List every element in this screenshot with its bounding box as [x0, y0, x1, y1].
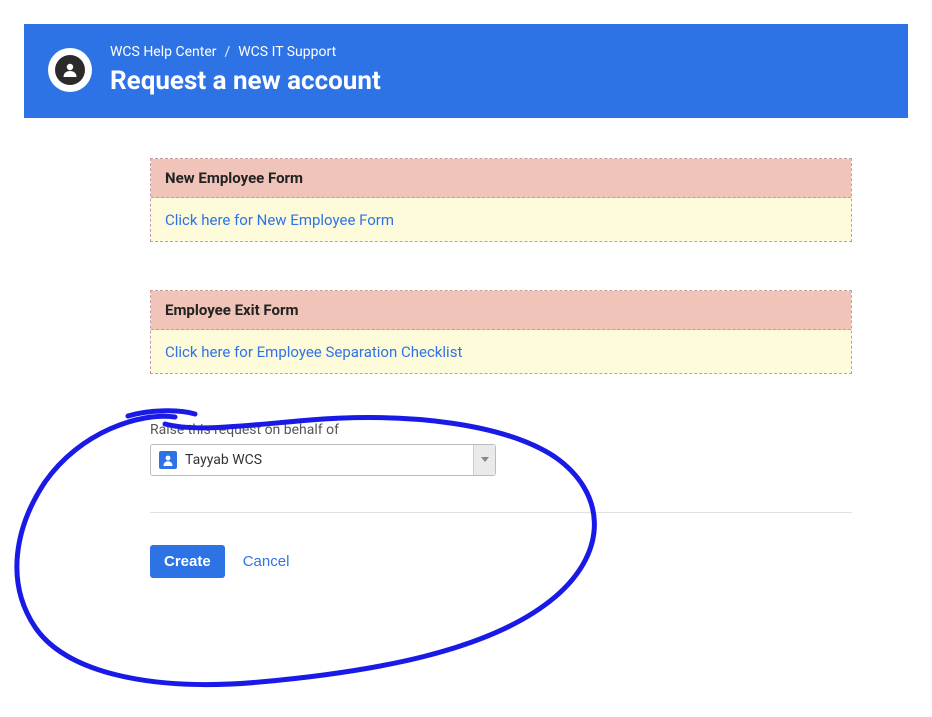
chevron-down-icon[interactable] [473, 445, 495, 475]
user-icon [159, 451, 177, 469]
form-actions: Create Cancel [150, 545, 852, 578]
panel-header-employee-exit: Employee Exit Form [151, 291, 851, 330]
panel-body-new-employee: Click here for New Employee Form [151, 198, 851, 241]
breadcrumb: WCS Help Center / WCS IT Support [110, 44, 381, 60]
panel-body-employee-exit: Click here for Employee Separation Check… [151, 330, 851, 373]
behalf-of-value: Tayyab WCS [185, 452, 487, 468]
behalf-of-label: Raise this request on behalf of [150, 422, 852, 438]
breadcrumb-separator: / [224, 44, 230, 60]
divider [150, 512, 852, 513]
page-header: WCS Help Center / WCS IT Support Request… [24, 24, 908, 118]
panel-new-employee: New Employee Form Click here for New Emp… [150, 158, 852, 242]
breadcrumb-root-link[interactable]: WCS Help Center [110, 44, 216, 60]
create-button[interactable]: Create [150, 545, 225, 578]
behalf-of-select[interactable]: Tayyab WCS [150, 444, 496, 476]
panel-header-new-employee: New Employee Form [151, 159, 851, 198]
content-area: New Employee Form Click here for New Emp… [150, 118, 852, 578]
page-title: Request a new account [110, 66, 381, 96]
panel-employee-exit: Employee Exit Form Click here for Employ… [150, 290, 852, 374]
cancel-button[interactable]: Cancel [243, 553, 290, 570]
new-employee-form-link[interactable]: Click here for New Employee Form [165, 211, 394, 229]
employee-exit-form-link[interactable]: Click here for Employee Separation Check… [165, 343, 462, 361]
header-avatar [48, 48, 92, 92]
breadcrumb-current-link[interactable]: WCS IT Support [238, 44, 336, 60]
avatar-icon [55, 55, 85, 85]
